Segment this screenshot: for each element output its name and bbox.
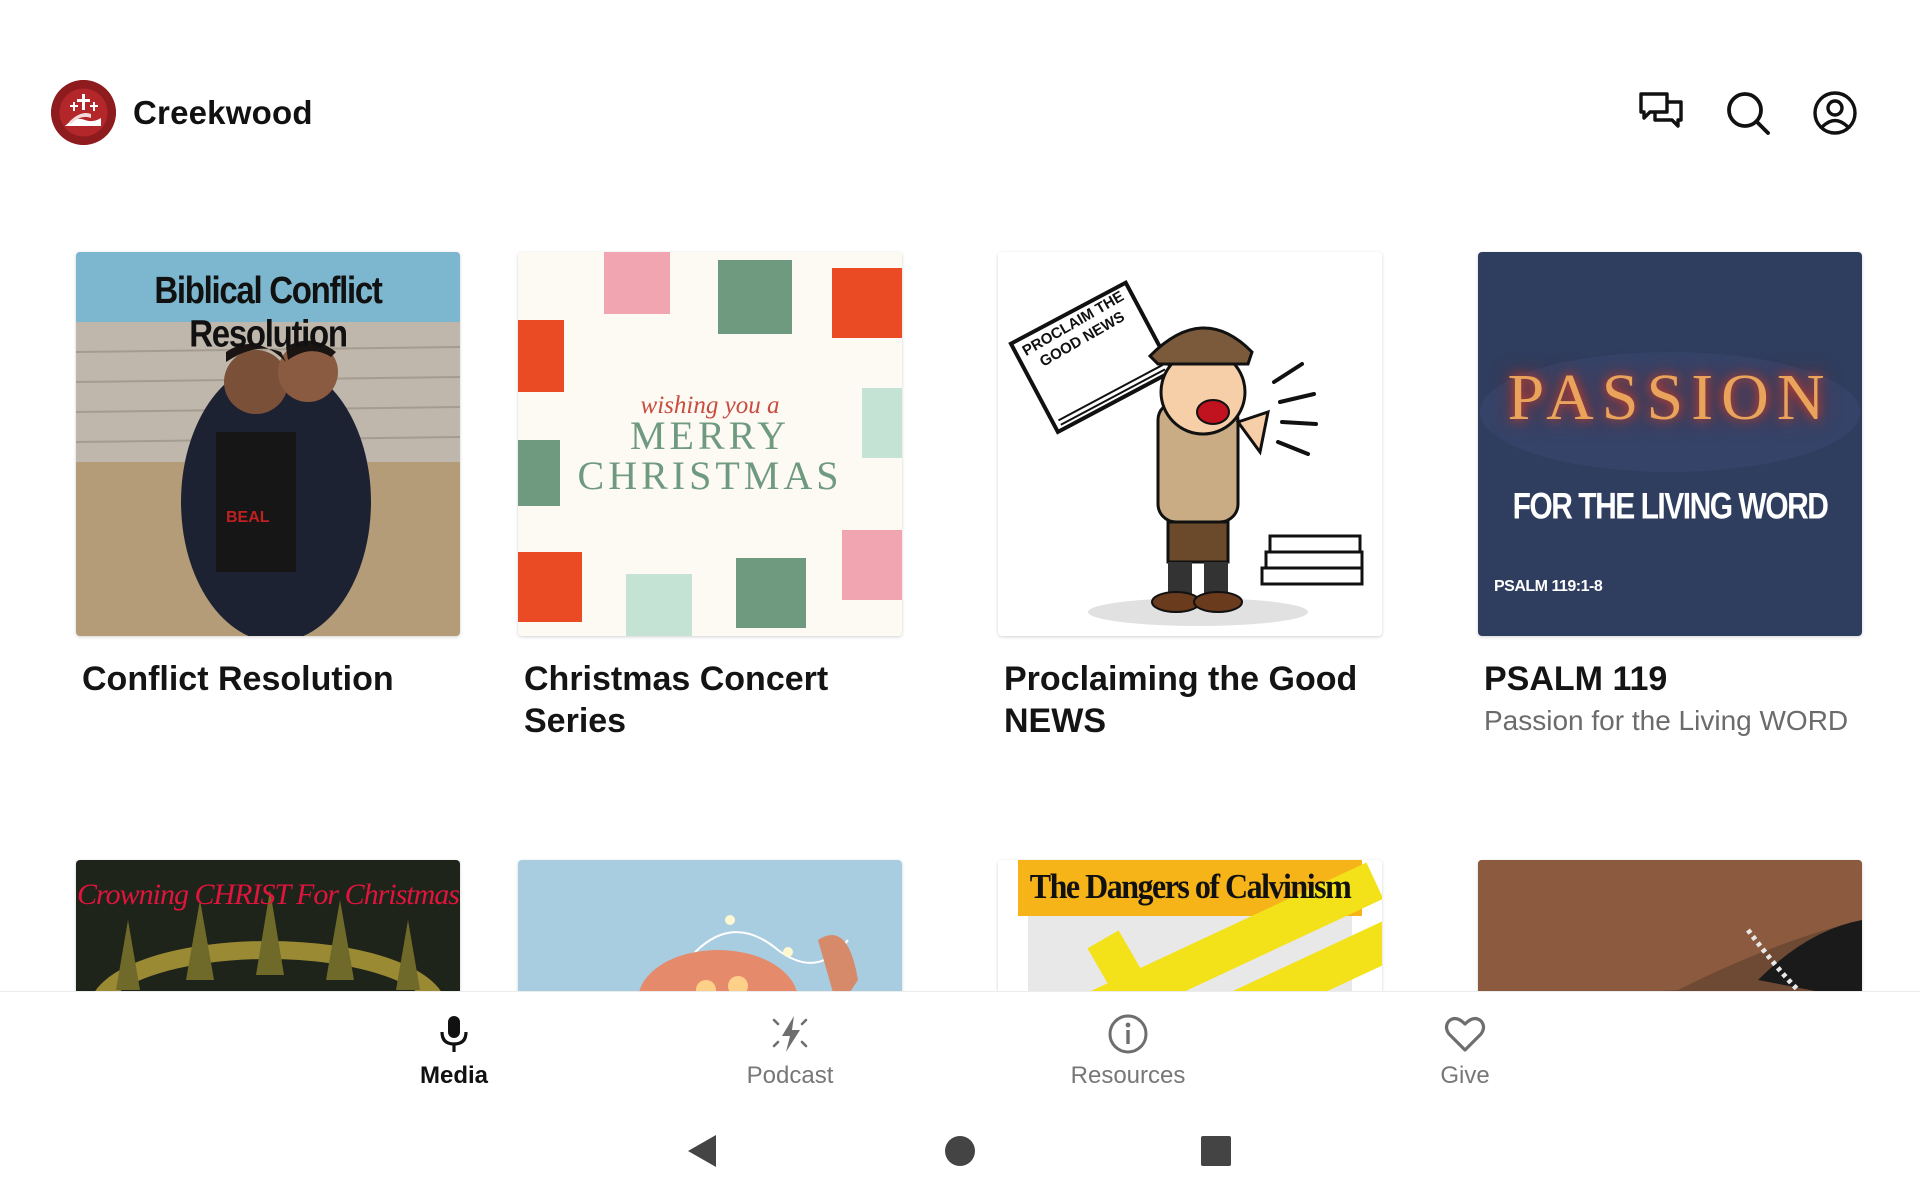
nav-podcast[interactable]: Podcast [690, 1012, 890, 1090]
nav-label: Media [419, 1062, 488, 1089]
card-title: Christmas Concert Series [524, 660, 829, 740]
chat-icon[interactable] [1636, 88, 1686, 138]
nav-label: Resources [1070, 1062, 1186, 1089]
microphone-icon [440, 1016, 468, 1052]
nav-label: Give [1440, 1062, 1490, 1089]
card-title: Proclaiming the Good NEWS [1004, 660, 1358, 740]
nav-give[interactable]: Give [1365, 1012, 1565, 1090]
nav-media[interactable]: Media [354, 1012, 554, 1090]
artwork-title: Crowning CHRIST For Christmas [77, 878, 460, 911]
artwork-title: Biblical Conflict Resolution [154, 268, 383, 355]
card-artwork: wishing you a MERRY CHRISTMAS [518, 252, 902, 636]
account-icon[interactable] [1810, 88, 1860, 138]
media-card-conflict-resolution[interactable]: BEAL Biblical Conflict Resolution Confli… [76, 252, 460, 700]
card-artwork: PROCLAIM THE GOOD NEWS [998, 252, 1382, 636]
bottom-navigation: Media Podcast Resources Give [0, 991, 1920, 1101]
artwork-title: The Dangers of Calvinism [1029, 866, 1352, 906]
back-icon[interactable] [682, 1131, 722, 1171]
card-artwork: BEAL Biblical Conflict Resolution [76, 252, 460, 636]
system-navigation-bar [0, 1101, 1920, 1200]
artwork-ref: PSALM 119:1-8 [1494, 578, 1603, 595]
heart-icon [1444, 1017, 1486, 1052]
card-title: PSALM 119 [1484, 660, 1668, 698]
church-logo-icon [51, 80, 116, 145]
podcast-icon [772, 1016, 808, 1052]
media-card-proclaiming-good-news[interactable]: PROCLAIM THE GOOD NEWS Proclaiming the G… [998, 252, 1382, 742]
media-card-psalm-119[interactable]: PASSION FOR THE LIVING WORD PSALM 119:1-… [1478, 252, 1862, 738]
info-icon [1108, 1014, 1148, 1054]
app-title: Creekwood [133, 93, 313, 131]
card-title: Conflict Resolution [82, 660, 394, 698]
app-header: Creekwood [0, 0, 1920, 180]
home-icon[interactable] [940, 1131, 980, 1171]
card-artwork: PASSION FOR THE LIVING WORD PSALM 119:1-… [1478, 252, 1862, 636]
brand[interactable]: Creekwood [51, 80, 313, 145]
artwork-line2: FOR THE LIVING WORD [1512, 485, 1829, 527]
recents-icon[interactable] [1196, 1131, 1236, 1171]
svg-text:BEAL: BEAL [226, 509, 270, 526]
card-subtitle: Passion for the Living WORD [1484, 705, 1849, 736]
artwork-line1: PASSION [1507, 361, 1833, 434]
nav-label: Podcast [746, 1062, 834, 1089]
nav-resources[interactable]: Resources [1028, 1012, 1228, 1090]
artwork-line2: CHRISTMAS [577, 453, 843, 498]
media-card-christmas-concert-series[interactable]: wishing you a MERRY CHRISTMAS Christmas … [518, 252, 902, 742]
search-icon[interactable] [1723, 88, 1773, 138]
